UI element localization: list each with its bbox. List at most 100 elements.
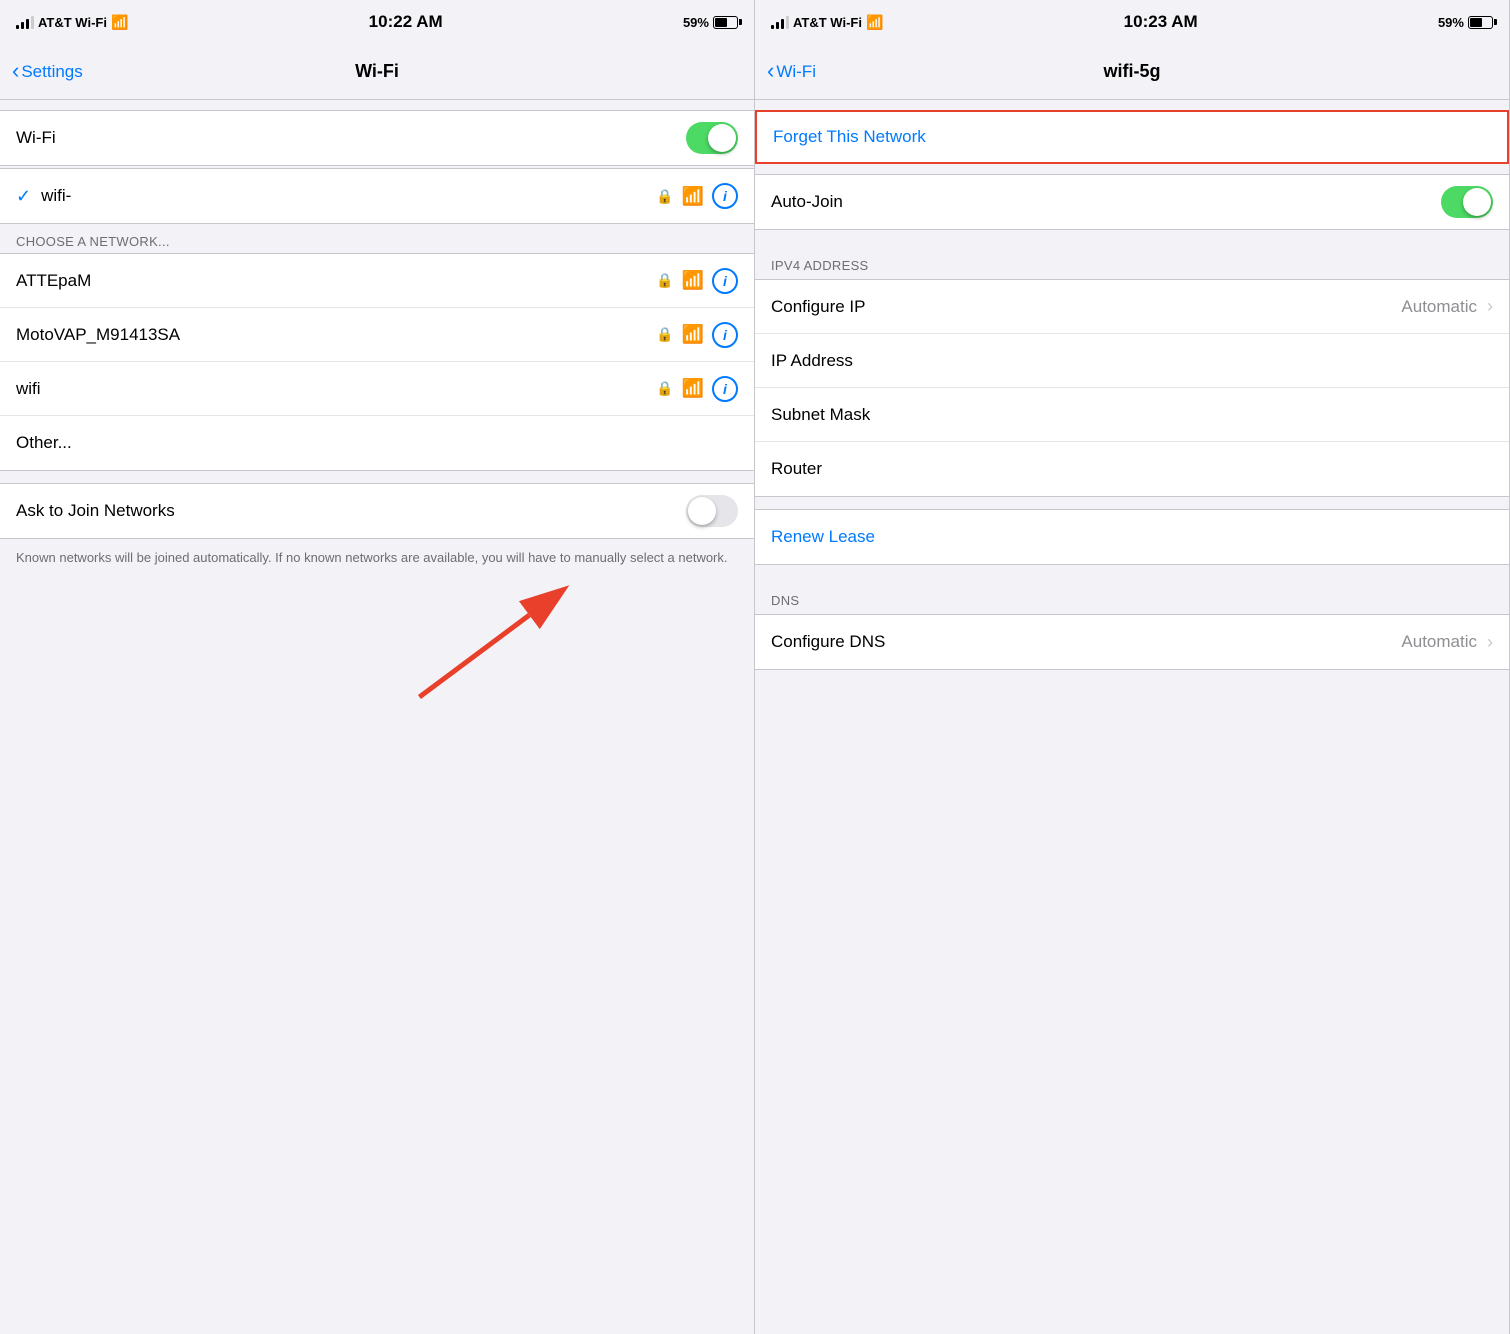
ask-join-row: Ask to Join Networks — [0, 484, 754, 538]
configure-ip-chevron-icon: › — [1487, 296, 1493, 317]
left-battery-icon — [713, 16, 738, 29]
lock-icon: 🔒 — [656, 188, 673, 205]
ask-join-label: Ask to Join Networks — [16, 501, 686, 521]
info-circle-attepa[interactable]: i — [712, 268, 738, 294]
network-name-wifi: wifi — [16, 379, 656, 399]
lock-icon-attepa: 🔒 — [656, 272, 673, 289]
left-nav-bar: ‹ Settings Wi-Fi — [0, 44, 754, 100]
configure-dns-value: Automatic — [1401, 632, 1477, 652]
left-status-left: AT&T Wi-Fi 📶 — [16, 14, 128, 31]
router-label: Router — [771, 459, 1493, 479]
configure-ip-label: Configure IP — [771, 297, 1401, 317]
info-circle-wifi[interactable]: i — [712, 376, 738, 402]
network-row-wifi[interactable]: wifi 🔒 📶 i — [0, 362, 754, 416]
left-carrier: AT&T Wi-Fi — [38, 15, 107, 30]
spacer-2 — [0, 473, 754, 483]
right-spacer-1 — [755, 100, 1509, 110]
right-time: 10:23 AM — [1124, 12, 1198, 32]
right-nav-bar: ‹ Wi-Fi wifi-5g — [755, 44, 1509, 100]
lock-icon-wifi: 🔒 — [656, 380, 673, 397]
router-row: Router — [755, 442, 1509, 496]
spacer-1 — [0, 100, 754, 110]
configure-dns-chevron-icon: › — [1487, 632, 1493, 653]
network-row-motovap[interactable]: MotoVAP_M91413SA 🔒 📶 i — [0, 308, 754, 362]
network-row-other[interactable]: Other... — [0, 416, 754, 470]
left-panel: AT&T Wi-Fi 📶 10:22 AM 59% ‹ Settings Wi-… — [0, 0, 755, 1334]
ipv4-section: Configure IP Automatic › IP Address Subn… — [755, 279, 1509, 497]
right-back-button[interactable]: ‹ Wi-Fi — [767, 60, 816, 84]
wifi-toggle[interactable] — [686, 122, 738, 154]
network-name-other: Other... — [16, 433, 738, 453]
left-time: 10:22 AM — [369, 12, 443, 32]
subnet-mask-label: Subnet Mask — [771, 405, 1493, 425]
network-name-motovap: MotoVAP_M91413SA — [16, 325, 656, 345]
ask-join-toggle[interactable] — [686, 495, 738, 527]
ipv4-section-header: IPV4 ADDRESS — [755, 242, 1509, 279]
dns-section: Configure DNS Automatic › — [755, 614, 1509, 670]
right-spacer-5 — [755, 567, 1509, 577]
ip-address-label: IP Address — [771, 351, 1493, 371]
wifi-signal-wifi: 📶 — [682, 378, 704, 399]
configure-dns-label: Configure DNS — [771, 632, 1401, 652]
right-page-title: wifi-5g — [1104, 61, 1161, 82]
checkmark-icon: ✓ — [16, 186, 31, 207]
connected-network-row[interactable]: ✓ wifi- 🔒 📶 i — [0, 169, 754, 223]
left-status-bar: AT&T Wi-Fi 📶 10:22 AM 59% — [0, 0, 754, 44]
dns-section-header: DNS — [755, 577, 1509, 614]
signal-bars-icon — [16, 15, 34, 29]
wifi-toggle-section: Wi-Fi — [0, 110, 754, 166]
right-status-left: AT&T Wi-Fi 📶 — [771, 14, 883, 31]
auto-join-label: Auto-Join — [771, 192, 1441, 212]
ask-join-helper: Known networks will be joined automatica… — [0, 541, 754, 575]
renew-lease-button[interactable]: Renew Lease — [755, 510, 1509, 564]
right-wifi-icon: 📶 — [866, 14, 883, 31]
right-status-right: 59% — [1438, 15, 1493, 30]
left-panel-body: Wi-Fi ✓ wifi- 🔒 📶 i CHOOSE A NETWORK... — [0, 100, 754, 1334]
right-battery-icon — [1468, 16, 1493, 29]
configure-ip-row[interactable]: Configure IP Automatic › — [755, 280, 1509, 334]
left-page-title: Wi-Fi — [355, 61, 399, 82]
right-signal-bars-icon — [771, 15, 789, 29]
lock-icon-motovap: 🔒 — [656, 326, 673, 343]
network-row-attepa[interactable]: ATTEpaM 🔒 📶 i — [0, 254, 754, 308]
connected-network-section: ✓ wifi- 🔒 📶 i — [0, 168, 754, 224]
right-battery-pct: 59% — [1438, 15, 1464, 30]
left-back-label: Settings — [21, 62, 82, 82]
connected-network-label: wifi- — [41, 186, 656, 206]
renew-lease-label: Renew Lease — [771, 527, 875, 547]
configure-dns-row[interactable]: Configure DNS Automatic › — [755, 615, 1509, 669]
left-back-chevron-icon: ‹ — [12, 58, 19, 84]
right-back-label: Wi-Fi — [776, 62, 816, 82]
right-spacer-2 — [755, 164, 1509, 174]
left-wifi-icon: 📶 — [111, 14, 128, 31]
wifi-signal-attepa: 📶 — [682, 270, 704, 291]
right-panel: AT&T Wi-Fi 📶 10:23 AM 59% ‹ Wi-Fi wifi-5… — [755, 0, 1510, 1334]
subnet-mask-row: Subnet Mask — [755, 388, 1509, 442]
auto-join-row: Auto-Join — [755, 175, 1509, 229]
right-back-chevron-icon: ‹ — [767, 58, 774, 84]
forget-network-button[interactable]: Forget This Network — [755, 110, 1509, 164]
right-status-bar: AT&T Wi-Fi 📶 10:23 AM 59% — [755, 0, 1509, 44]
ip-address-row: IP Address — [755, 334, 1509, 388]
network-name-attepa: ATTEpaM — [16, 271, 656, 291]
left-back-button[interactable]: ‹ Settings — [12, 60, 83, 84]
right-spacer-4 — [755, 499, 1509, 509]
right-carrier: AT&T Wi-Fi — [793, 15, 862, 30]
wifi-signal-motovap: 📶 — [682, 324, 704, 345]
right-spacer-3 — [755, 232, 1509, 242]
available-networks-section: ATTEpaM 🔒 📶 i MotoVAP_M91413SA 🔒 📶 i wif… — [0, 253, 754, 471]
choose-network-header: CHOOSE A NETWORK... — [0, 226, 754, 253]
auto-join-toggle[interactable] — [1441, 186, 1493, 218]
wifi-toggle-row: Wi-Fi — [0, 111, 754, 165]
info-circle-motovap[interactable]: i — [712, 322, 738, 348]
renew-lease-section: Renew Lease — [755, 509, 1509, 565]
auto-join-section: Auto-Join — [755, 174, 1509, 230]
ask-join-section: Ask to Join Networks — [0, 483, 754, 539]
left-status-right: 59% — [683, 15, 738, 30]
left-battery-pct: 59% — [683, 15, 709, 30]
info-circle-button[interactable]: i — [712, 183, 738, 209]
connected-network-icons: 🔒 📶 i — [656, 183, 738, 209]
configure-ip-value: Automatic — [1401, 297, 1477, 317]
wifi-signal-icon: 📶 — [682, 186, 704, 207]
wifi-toggle-label: Wi-Fi — [16, 128, 686, 148]
